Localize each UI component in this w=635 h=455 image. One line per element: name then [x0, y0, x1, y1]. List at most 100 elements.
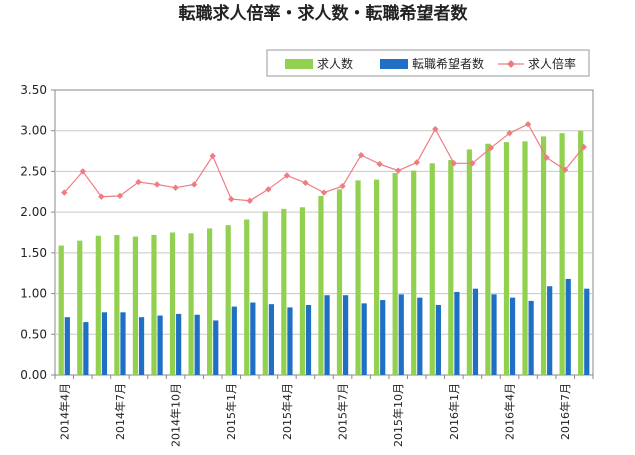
- ratio-point: [339, 182, 346, 190]
- legend-label-2: 転職希望者数: [412, 56, 484, 71]
- bar-job-seekers: [528, 300, 534, 375]
- bar-job-openings: [169, 232, 176, 375]
- ratio-point: [246, 197, 253, 204]
- bar-job-seekers: [101, 312, 108, 375]
- bar-job-openings: [262, 211, 268, 375]
- bar-job-seekers: [509, 297, 516, 375]
- ratio-point: [153, 181, 161, 188]
- x-tick-label: 2015年10月: [391, 383, 405, 447]
- ratio-point: [190, 181, 198, 188]
- ratio-point: [228, 195, 235, 203]
- bar-job-seekers: [343, 295, 349, 375]
- bar-job-seekers: [491, 294, 497, 375]
- ratio-point: [357, 151, 365, 159]
- y-tick-label: 2.50: [20, 164, 47, 178]
- ratio-point: [320, 189, 328, 196]
- y-tick-label: 1.00: [20, 287, 47, 301]
- bar-job-seekers: [472, 288, 479, 375]
- x-tick-label: 2015年4月: [280, 383, 294, 440]
- x-tick-label: 2014年7月: [113, 383, 127, 440]
- bar-job-seekers: [305, 304, 312, 375]
- bar-job-seekers: [380, 300, 386, 375]
- bar-job-openings: [411, 170, 417, 375]
- bar-job-openings: [299, 207, 305, 375]
- bar-job-seekers: [324, 295, 330, 375]
- bar-job-openings: [448, 160, 454, 375]
- bar-job-openings: [336, 189, 343, 375]
- legend-swatch-bar-blue: [380, 59, 408, 69]
- ratio-point: [209, 152, 216, 160]
- bar-job-openings: [58, 245, 64, 375]
- bar-job-seekers: [417, 297, 423, 375]
- x-tick-label: 2015年7月: [336, 383, 350, 440]
- chart: 転職求人倍率・求人数・転職希望者数 求人数 転職希望者数 求人倍率 0.000.…: [20, 3, 594, 447]
- bar-job-seekers: [176, 313, 182, 375]
- x-tick-label: 2014年10月: [169, 383, 183, 447]
- y-tick-label: 2.00: [20, 205, 47, 219]
- bar-job-openings: [114, 234, 120, 375]
- bar-job-seekers: [361, 303, 367, 375]
- bar-job-openings: [281, 208, 287, 375]
- bar-job-seekers: [584, 288, 590, 375]
- ratio-point: [395, 167, 402, 174]
- x-tick-label: 2015年1月: [224, 383, 238, 440]
- bar-job-seekers: [565, 278, 571, 375]
- legend-label-3: 求人倍率: [528, 56, 576, 71]
- legend: 求人数 転職希望者数 求人倍率: [266, 49, 590, 77]
- bar-job-seekers: [194, 314, 200, 375]
- bar-job-openings: [207, 228, 213, 375]
- y-tick-label: 1.50: [20, 246, 47, 260]
- ratio-point: [376, 160, 383, 168]
- bar-job-seekers: [454, 291, 460, 375]
- bar-job-openings: [429, 163, 435, 375]
- bar-job-openings: [77, 240, 83, 375]
- bar-job-seekers: [213, 320, 219, 375]
- y-tick-label: 0.00: [20, 368, 47, 382]
- bar-job-openings: [244, 219, 250, 375]
- bar-job-openings: [355, 180, 361, 375]
- x-axis: 2014年4月 2014年7月 2014年10月 2015年1月 2015年4月 2015…: [54, 375, 594, 447]
- y-tick-label: 3.50: [20, 83, 47, 97]
- bar-job-seekers: [120, 312, 126, 375]
- bar-job-openings: [188, 233, 194, 375]
- bar-job-openings: [578, 130, 584, 375]
- bar-job-openings: [132, 236, 139, 375]
- ratio-point: [524, 121, 532, 128]
- legend-swatch-bar-green: [285, 59, 313, 69]
- bar-job-openings: [466, 149, 472, 375]
- bar-job-seekers: [547, 286, 553, 375]
- bar-job-openings: [318, 195, 324, 375]
- bar-job-openings: [151, 234, 157, 375]
- bar-job-seekers: [268, 304, 275, 375]
- x-tick-label: 2014年4月: [57, 383, 71, 440]
- bar-job-seekers: [64, 317, 70, 375]
- bar-job-openings: [392, 173, 398, 375]
- bar-job-openings: [225, 225, 231, 375]
- ratio-point: [432, 125, 439, 133]
- bar-job-seekers: [250, 302, 256, 375]
- x-tick-label: 2016年1月: [447, 383, 461, 440]
- bar-job-openings: [522, 141, 528, 375]
- x-tick-label: 2016年4月: [503, 383, 517, 440]
- ratio-point: [413, 159, 420, 166]
- bar-job-seekers: [287, 307, 293, 375]
- x-tick-label: 2016年7月: [558, 383, 572, 440]
- bar-job-seekers: [157, 315, 163, 375]
- ratio-point: [302, 179, 309, 187]
- bar-job-seekers: [138, 317, 145, 375]
- ratio-point: [172, 184, 179, 191]
- chart-title: 転職求人倍率・求人数・転職希望者数: [179, 3, 469, 24]
- y-axis: 0.00 0.50 1.00 1.50 2.00 2.50 3.00 3.50: [20, 83, 55, 382]
- bar-job-seekers: [231, 306, 237, 375]
- bar-job-seekers: [435, 304, 441, 375]
- bar-job-seekers: [83, 322, 89, 375]
- bar-job-openings: [373, 179, 380, 375]
- bar-job-openings: [540, 136, 547, 375]
- bar-job-seekers: [398, 294, 404, 375]
- y-tick-label: 3.00: [20, 124, 47, 138]
- legend-label-1: 求人数: [317, 56, 353, 71]
- bar-job-openings: [503, 142, 510, 375]
- bar-job-openings: [485, 143, 491, 375]
- y-tick-label: 0.50: [20, 327, 47, 341]
- bar-job-openings: [95, 235, 101, 375]
